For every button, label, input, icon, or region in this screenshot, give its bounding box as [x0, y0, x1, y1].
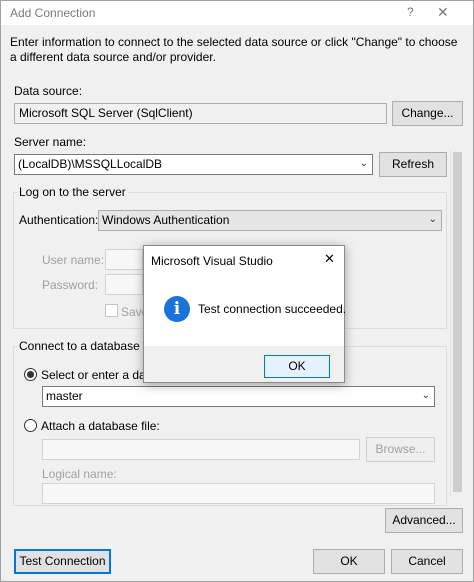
user-name-input[interactable]	[105, 249, 143, 270]
dialog-message: Test connection succeeded.	[198, 302, 347, 316]
password-label: Password:	[42, 278, 99, 292]
chevron-down-icon[interactable]: ⌄	[360, 158, 368, 169]
help-button[interactable]: ?	[407, 5, 414, 19]
save-password-checkbox[interactable]	[105, 304, 118, 317]
change-button[interactable]: Change...	[392, 101, 463, 126]
title-bar: Add Connection ? ✕	[1, 1, 473, 25]
authentication-value: Windows Authentication	[102, 213, 230, 227]
authentication-label: Authentication:	[19, 213, 99, 227]
data-source-label: Data source:	[14, 84, 83, 98]
message-dialog: Microsoft Visual Studio ✕ i Test connect…	[143, 245, 347, 383]
test-connection-button[interactable]: Test Connection	[14, 549, 111, 574]
add-connection-window: Add Connection ? ✕ Enter information to …	[0, 0, 474, 582]
chevron-down-icon[interactable]: ⌄	[422, 390, 430, 401]
attach-file-label: Attach a database file:	[41, 419, 160, 433]
cancel-button[interactable]: Cancel	[391, 549, 463, 574]
user-name-label: User name:	[42, 253, 105, 267]
database-name-combo[interactable]: master ⌄	[42, 386, 435, 407]
chevron-down-icon[interactable]: ⌄	[429, 214, 437, 225]
database-group-title: Connect to a database	[17, 339, 142, 353]
intro-text: Enter information to connect to the sele…	[10, 35, 458, 64]
refresh-button[interactable]: Refresh	[379, 152, 447, 177]
server-name-label: Server name:	[14, 135, 87, 149]
info-icon: i	[164, 296, 190, 322]
attach-file-radio[interactable]	[24, 419, 37, 432]
scrollbar-thumb[interactable]	[453, 152, 462, 492]
data-source-field: Microsoft SQL Server (SqlClient)	[14, 103, 387, 124]
select-database-radio[interactable]	[24, 368, 37, 381]
logon-group-title: Log on to the server	[17, 185, 128, 199]
authentication-combo[interactable]: Windows Authentication ⌄	[98, 210, 442, 231]
advanced-button[interactable]: Advanced...	[385, 508, 463, 533]
close-button[interactable]: ✕	[437, 4, 449, 21]
server-name-value: (LocalDB)\MSSQLLocalDB	[18, 157, 163, 171]
logical-name-label: Logical name:	[42, 467, 117, 481]
password-input[interactable]	[105, 274, 143, 295]
vertical-scrollbar[interactable]	[450, 150, 463, 496]
attach-file-input[interactable]	[42, 439, 360, 460]
window-title: Add Connection	[10, 6, 96, 20]
database-name-value: master	[46, 389, 83, 403]
browse-button[interactable]: Browse...	[366, 437, 435, 462]
dialog-close-icon[interactable]: ✕	[324, 251, 335, 267]
server-name-combo[interactable]: (LocalDB)\MSSQLLocalDB ⌄	[14, 154, 373, 175]
dialog-ok-button[interactable]: OK	[264, 355, 330, 378]
dialog-title: Microsoft Visual Studio	[151, 254, 273, 268]
ok-button[interactable]: OK	[313, 549, 385, 574]
logical-name-input[interactable]	[42, 483, 435, 504]
